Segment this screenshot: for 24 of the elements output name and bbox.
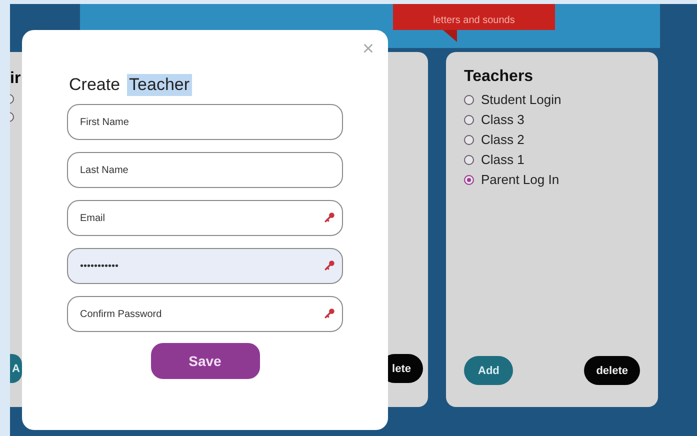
card-title: ir [10,70,21,88]
banner-text: letters and sounds [433,14,515,28]
input-field[interactable]: Confirm Password [67,296,343,332]
delete-button[interactable]: delete [584,356,640,385]
radio-button[interactable] [464,154,474,164]
option-label[interactable]: Parent Log In [481,172,560,187]
save-button[interactable]: Save [150,343,260,379]
input-field[interactable]: First Name [67,104,343,140]
option-label[interactable]: Student Login [481,92,562,107]
option-label[interactable]: Class 2 [481,132,524,147]
input-field[interactable]: ••••••••••• [67,248,343,284]
radio-button[interactable] [464,94,474,104]
input-field[interactable]: Email [67,200,343,236]
dialog-title: Create [68,74,122,96]
radio-button[interactable] [464,174,474,184]
add-button[interactable]: A [10,354,22,383]
radio-button[interactable] [464,134,474,144]
card-title: Teachers [464,68,534,86]
add-button[interactable]: Add [464,356,514,385]
option-label[interactable]: Class 3 [481,112,524,127]
input-field[interactable]: Last Name [67,152,343,188]
radio-button[interactable] [464,114,474,124]
dialog-title: Teacher [127,74,192,96]
option-label[interactable]: Class 1 [481,152,524,167]
